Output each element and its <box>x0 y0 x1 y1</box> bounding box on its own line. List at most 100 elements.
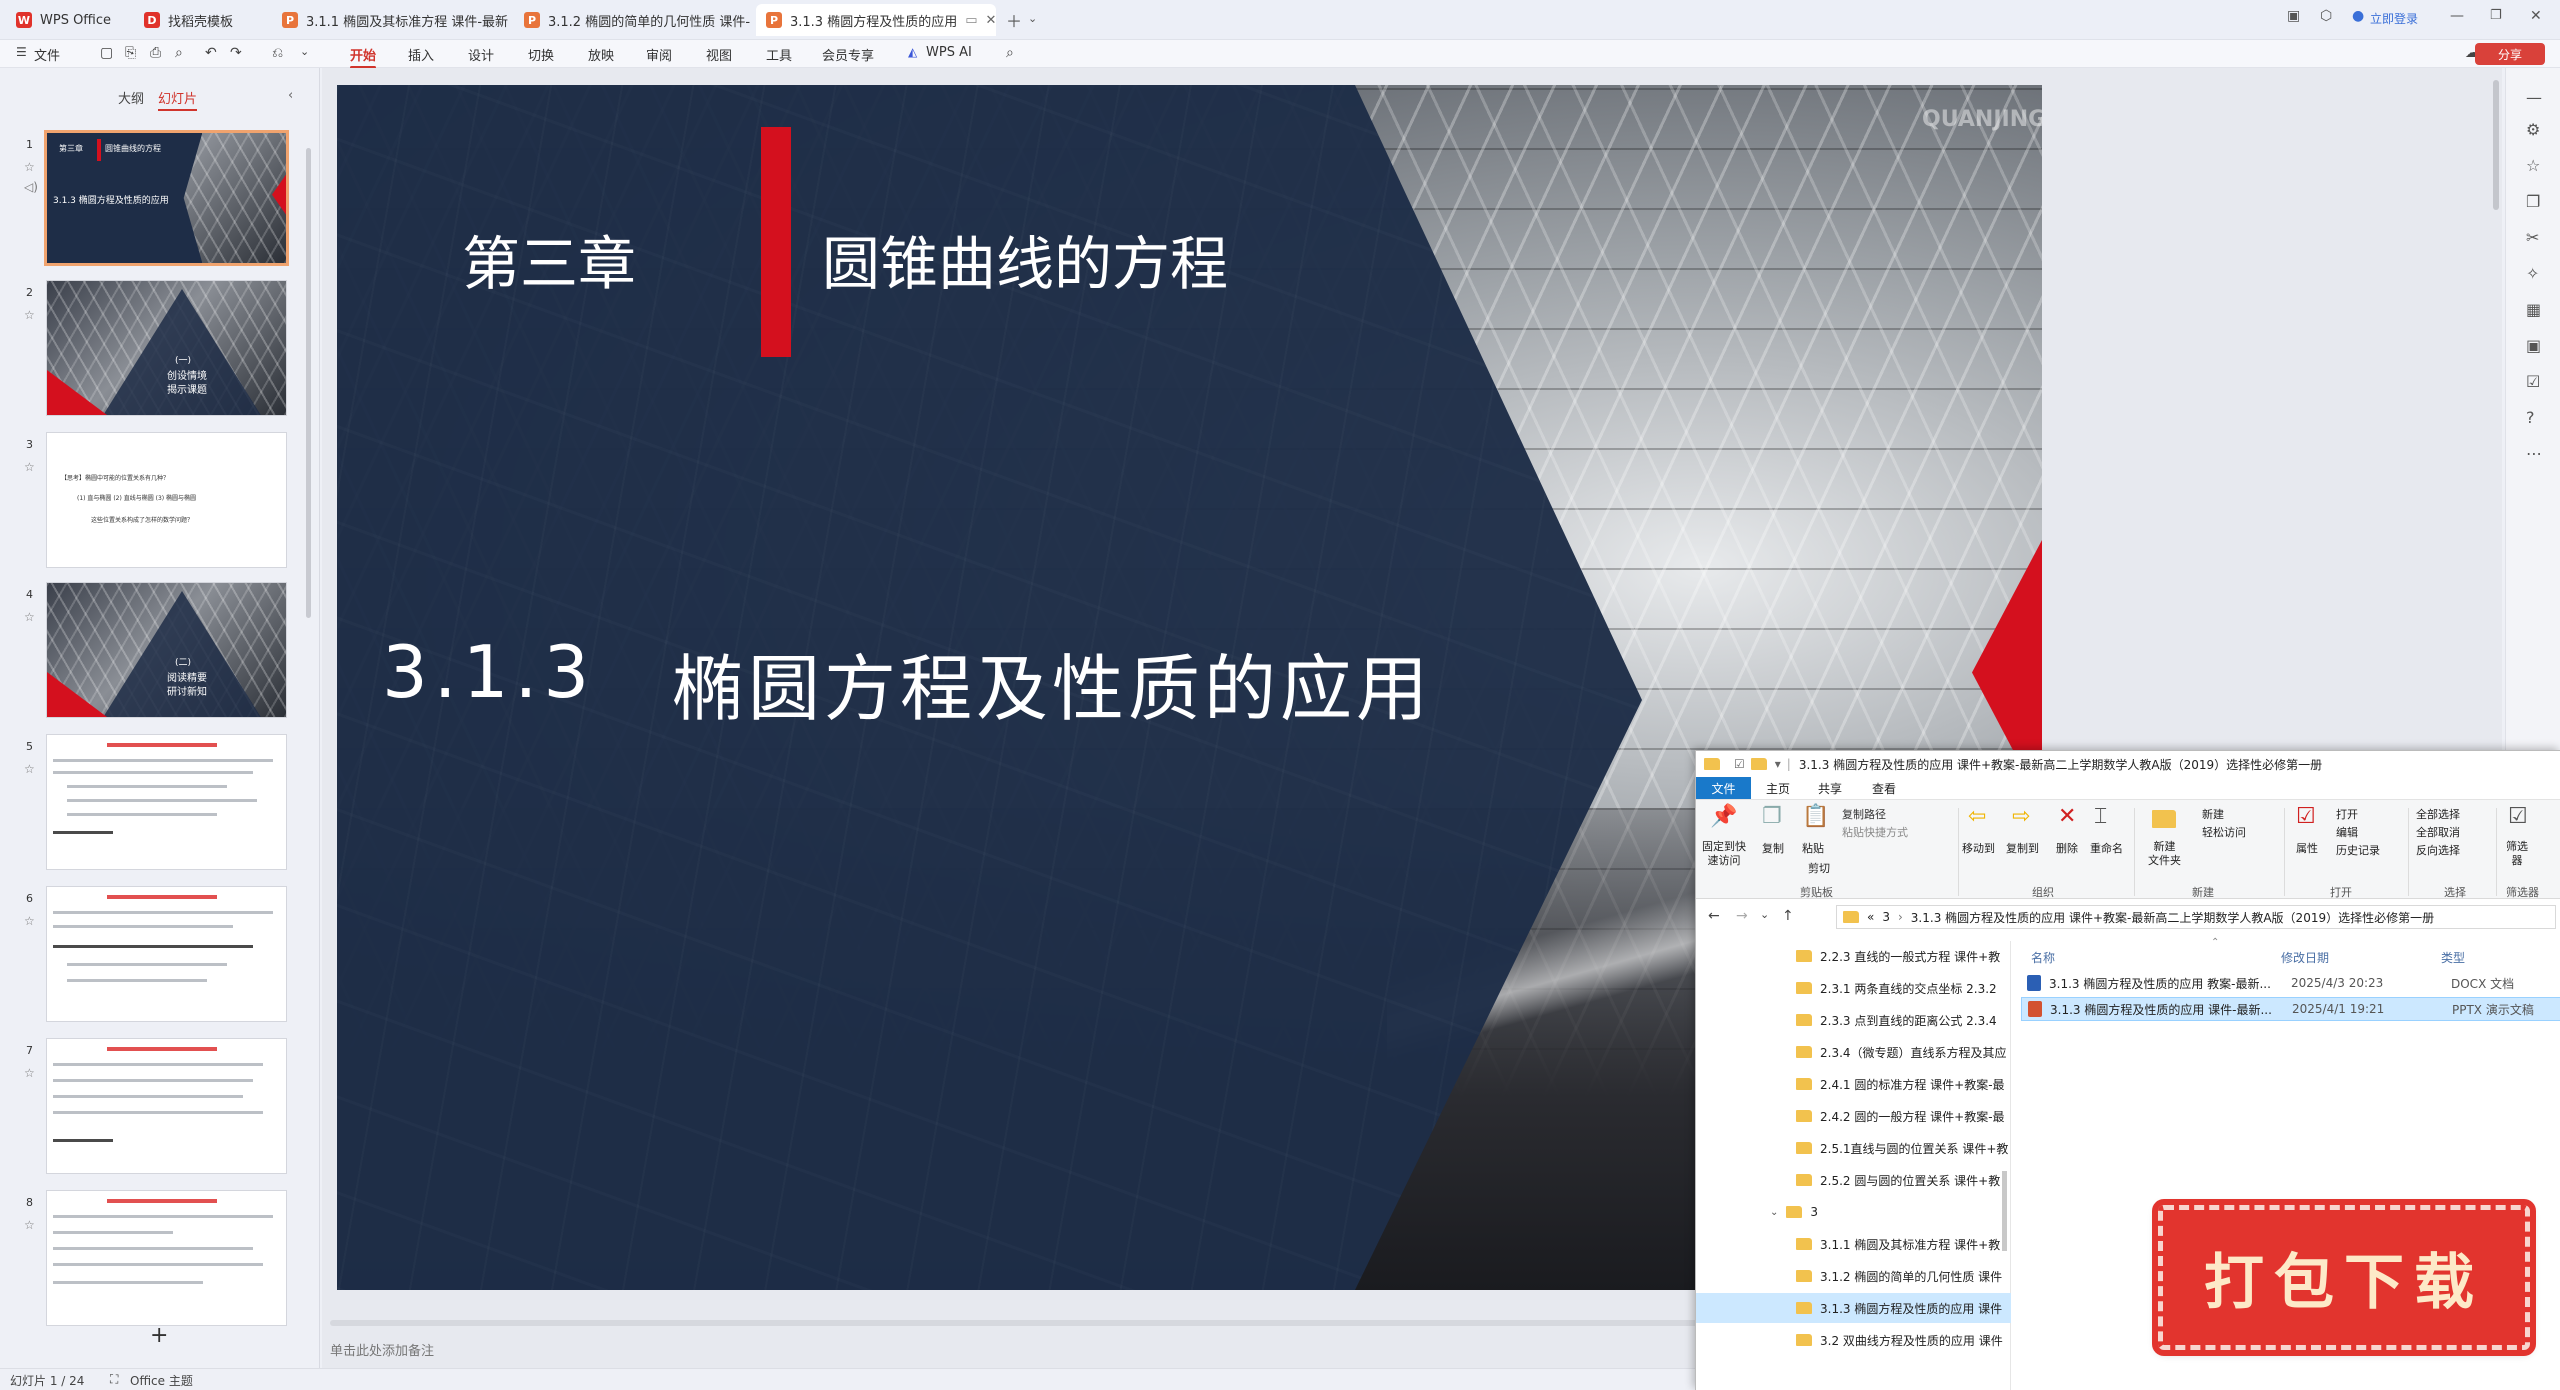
star-icon[interactable]: ☆ <box>2526 156 2540 175</box>
collapse-panel-icon[interactable]: ‹ <box>288 88 293 103</box>
undo-icon[interactable]: ↶ <box>205 45 217 61</box>
slide-thumb-1[interactable]: 第三章 圆锥曲线的方程 3.1.3 椭圆方程及性质的应用 <box>44 130 289 266</box>
tab-wps-office[interactable]: W WPS Office <box>6 4 128 36</box>
more-icon[interactable]: ⋯ <box>2526 444 2542 463</box>
tree-item[interactable]: 3.1.1 椭圆及其标准方程 课件+教 <box>1696 1229 2011 1259</box>
delete-button[interactable]: 删除 <box>2056 840 2078 856</box>
sliders-icon[interactable]: ⚙ <box>2526 120 2540 139</box>
tree-scrollbar[interactable] <box>2002 1171 2007 1251</box>
minimize-icon[interactable]: — <box>2450 8 2464 24</box>
login-link[interactable]: 立即登录 <box>2370 10 2418 27</box>
menu-member[interactable]: 会员专享 <box>822 45 874 64</box>
close-tab-icon[interactable]: ✕ <box>978 13 996 28</box>
menu-transition[interactable]: 切换 <box>528 45 554 64</box>
chevron-down-icon[interactable]: ⌄ <box>1028 12 1037 25</box>
star-icon[interactable]: ☆ <box>24 610 35 624</box>
tab-slides[interactable]: 幻灯片 <box>158 88 198 111</box>
new-tab-icon[interactable]: ＋ <box>1006 8 1022 32</box>
tree-item[interactable]: 2.3.4（微专题）直线系方程及其应 <box>1696 1037 2011 1067</box>
select-all-button[interactable]: 全部选择 <box>2416 806 2460 822</box>
star-icon[interactable]: ☆ <box>24 914 35 928</box>
copy-icon[interactable]: ❐ <box>2526 192 2540 211</box>
forward-icon[interactable]: → <box>1736 908 1748 924</box>
cut-button[interactable]: 剪切 <box>1808 860 1830 876</box>
tree-item[interactable]: 2.2.3 直线的一般式方程 课件+教 <box>1696 941 2011 971</box>
slide-thumb-2[interactable]: (一) 创设情境 揭示课题 <box>46 280 287 416</box>
new-folder-icon[interactable] <box>1750 758 1767 770</box>
tree-item[interactable]: 2.3.3 点到直线的距离公式 2.3.4 <box>1696 1005 2011 1035</box>
star-icon[interactable]: ☆ <box>24 1066 35 1080</box>
filter-button[interactable]: 筛选 器 <box>2506 840 2528 868</box>
new-folder-button[interactable]: 新建 文件夹 <box>2148 840 2181 868</box>
column-name[interactable]: 名称 <box>2031 949 2055 966</box>
breadcrumb-overflow[interactable]: « <box>1867 910 1874 924</box>
print-icon[interactable]: ⎙ <box>150 45 161 61</box>
minus-icon[interactable]: — <box>2526 88 2542 107</box>
file-row[interactable]: 3.1.3 椭圆方程及性质的应用 教案-最新... 2025/4/3 20:23… <box>2021 971 2560 995</box>
check-icon[interactable]: ☑ <box>2526 372 2540 391</box>
paste-shortcut-button[interactable]: 粘贴快捷方式 <box>1842 824 1908 840</box>
slide-scrollbar[interactable] <box>2493 80 2499 210</box>
new-item-button[interactable]: 新建 <box>2202 806 2224 822</box>
edit-button[interactable]: 编辑 <box>2336 824 2358 840</box>
tab-doc-313[interactable]: P 3.1.3 椭圆方程及性质的应用 ▭ ✕ <box>756 4 996 36</box>
tree-item[interactable]: ⌄ 3 <box>1696 1197 2011 1227</box>
menu-view[interactable]: 视图 <box>706 45 732 64</box>
up-icon[interactable]: ↑ <box>1782 908 1794 924</box>
star-icon[interactable]: ☆ <box>24 762 35 776</box>
star-icon[interactable]: ☆ <box>24 1218 35 1232</box>
ribbon-tab-share[interactable]: 共享 <box>1818 780 1842 797</box>
tree-item[interactable]: 2.4.1 圆的标准方程 课件+教案-最 <box>1696 1069 2011 1099</box>
export-icon[interactable]: ⎘ <box>125 45 136 61</box>
ribbon-tab-file[interactable]: 文件 <box>1696 777 1751 799</box>
tools-icon[interactable]: ✂ <box>2526 228 2539 247</box>
format-painter-icon[interactable]: ⎌ <box>272 45 283 61</box>
tree-item[interactable]: 3.2 双曲线方程及性质的应用 课件 <box>1696 1325 2011 1355</box>
close-window-icon[interactable]: ✕ <box>2530 8 2542 24</box>
ribbon-tab-view[interactable]: 查看 <box>1872 780 1896 797</box>
chevron-down-icon[interactable]: ⌄ <box>300 45 309 58</box>
redo-icon[interactable]: ↷ <box>230 45 242 61</box>
slide-thumb-4[interactable]: (二) 阅读精要 研讨新知 <box>46 582 287 718</box>
ribbon-tab-home[interactable]: 主页 <box>1766 780 1790 797</box>
properties-icon[interactable]: ☑ <box>1734 757 1745 771</box>
menu-slideshow[interactable]: 放映 <box>588 45 614 64</box>
save-icon[interactable]: ▢ <box>100 45 113 61</box>
breadcrumb-item[interactable]: 3 <box>1882 910 1890 924</box>
move-to-button[interactable]: 移动到 <box>1962 840 1995 856</box>
user-avatar-icon[interactable]: ● <box>2352 8 2364 24</box>
window-layout-icon[interactable]: ▣ <box>2287 8 2300 24</box>
tab-doc-312[interactable]: P 3.1.2 椭圆的简单的几何性质 课件-最 <box>514 4 750 36</box>
star-icon[interactable]: ☆ <box>24 160 35 174</box>
history-button[interactable]: 历史记录 <box>2336 842 2380 858</box>
tree-item[interactable]: 3.1.2 椭圆的简单的几何性质 课件 <box>1696 1261 2011 1291</box>
menu-review[interactable]: 审阅 <box>646 45 672 64</box>
properties-button[interactable]: 属性 <box>2296 840 2318 856</box>
copy-path-button[interactable]: 复制路径 <box>1842 806 1886 822</box>
section-title[interactable]: 椭圆方程及性质的应用 <box>672 630 1432 735</box>
slide-thumb-8[interactable] <box>46 1190 287 1326</box>
slide-thumb-7[interactable] <box>46 1038 287 1174</box>
tree-item-selected[interactable]: 3.1.3 椭圆方程及性质的应用 课件 <box>1696 1293 2011 1323</box>
file-menu[interactable]: 文件 <box>34 45 60 64</box>
menu-home[interactable]: 开始 <box>350 45 377 69</box>
column-type[interactable]: 类型 <box>2441 949 2465 966</box>
menu-design[interactable]: 设计 <box>468 45 494 64</box>
back-icon[interactable]: ← <box>1708 908 1720 924</box>
preview-icon[interactable]: ⌕ <box>175 45 183 61</box>
menu-wps-ai[interactable]: WPS AI <box>926 45 972 60</box>
theme-name[interactable]: Office 主题 <box>130 1372 193 1389</box>
tree-item[interactable]: 2.3.1 两条直线的交点坐标 2.3.2 <box>1696 973 2011 1003</box>
search-icon[interactable]: ⌕ <box>1006 45 1014 61</box>
restore-icon[interactable]: ❐ <box>2490 8 2502 23</box>
column-date[interactable]: 修改日期 <box>2281 949 2329 966</box>
easy-access-button[interactable]: 轻松访问 <box>2202 824 2246 840</box>
slide-thumb-6[interactable] <box>46 886 287 1022</box>
layout-icon[interactable]: ▦ <box>2526 300 2541 319</box>
tree-item[interactable]: 2.4.2 圆的一般方程 课件+教案-最 <box>1696 1101 2011 1131</box>
expand-chevron-icon[interactable]: ⌄ <box>1770 1207 1778 1218</box>
download-badge[interactable]: 打包下载 <box>2152 1199 2536 1356</box>
tab-doc-311[interactable]: P 3.1.1 椭圆及其标准方程 课件-最新高 <box>272 4 508 36</box>
slide-thumb-5[interactable] <box>46 734 287 870</box>
menu-insert[interactable]: 插入 <box>408 45 434 64</box>
